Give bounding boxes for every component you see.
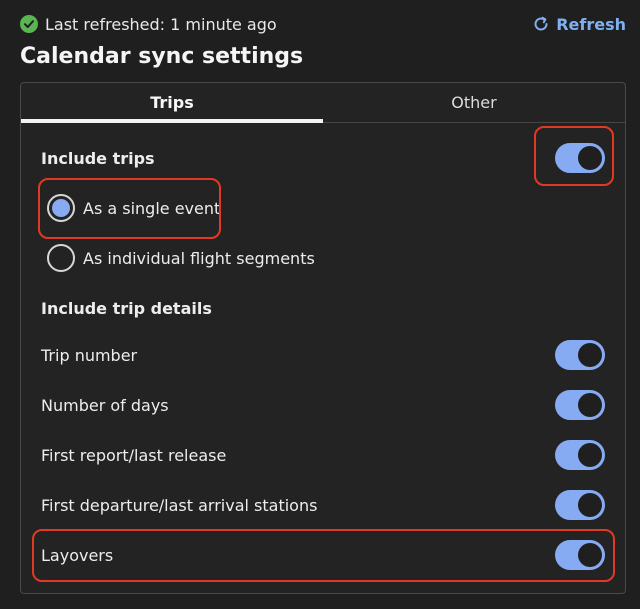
toggle-knob	[578, 493, 602, 517]
number-of-days-toggle[interactable]	[555, 390, 605, 420]
details-heading: Include trip details	[41, 298, 212, 318]
detail-row-stations: First departure/last arrival stations	[41, 488, 605, 522]
radio-single-event-label: As a single event	[83, 198, 221, 218]
toggle-knob	[578, 393, 602, 417]
radio-single-event[interactable]: As a single event	[47, 194, 220, 222]
detail-label: Number of days	[41, 395, 169, 415]
toggle-knob	[578, 146, 602, 170]
refresh-label: Refresh	[556, 14, 626, 34]
radio-unselected-circle	[47, 244, 75, 272]
trip-number-toggle[interactable]	[555, 340, 605, 370]
detail-row-layovers: Layovers	[41, 538, 605, 572]
tab-other[interactable]: Other	[323, 83, 625, 122]
include-trips-label: Include trips	[41, 148, 155, 168]
refresh-status: Last refreshed: 1 minute ago	[20, 15, 277, 34]
include-trips-toggle[interactable]	[555, 143, 605, 173]
toggle-knob	[578, 443, 602, 467]
detail-row-trip-number: Trip number	[41, 338, 605, 372]
radio-flight-segments-label: As individual flight segments	[83, 248, 315, 268]
include-trips-row: Include trips	[41, 141, 605, 175]
tab-trips[interactable]: Trips	[21, 83, 323, 123]
layovers-toggle[interactable]	[555, 540, 605, 570]
radio-segments-row: As individual flight segments	[47, 241, 605, 275]
first-report-toggle[interactable]	[555, 440, 605, 470]
detail-row-number-of-days: Number of days	[41, 388, 605, 422]
detail-label: First report/last release	[41, 445, 227, 465]
toggle-knob	[578, 343, 602, 367]
top-bar: Last refreshed: 1 minute ago Refresh	[20, 12, 626, 36]
refresh-icon	[532, 15, 550, 33]
page-title: Calendar sync settings	[20, 44, 304, 69]
details-heading-row: Include trip details	[41, 291, 605, 325]
detail-label: First departure/last arrival stations	[41, 495, 318, 515]
toggle-knob	[578, 543, 602, 567]
check-circle-icon	[20, 15, 38, 33]
settings-panel: Trips Other Include trips As a single ev…	[20, 82, 626, 594]
detail-label: Trip number	[41, 345, 138, 365]
detail-row-first-report: First report/last release	[41, 438, 605, 472]
radio-dot	[52, 199, 70, 217]
radio-selected-circle	[47, 194, 75, 222]
tab-bar: Trips Other	[21, 83, 625, 123]
detail-label: Layovers	[41, 545, 114, 565]
refresh-status-text: Last refreshed: 1 minute ago	[45, 14, 277, 34]
stations-toggle[interactable]	[555, 490, 605, 520]
refresh-button[interactable]: Refresh	[532, 15, 626, 34]
radio-single-event-row: As a single event	[47, 191, 605, 225]
radio-flight-segments[interactable]: As individual flight segments	[47, 244, 315, 272]
